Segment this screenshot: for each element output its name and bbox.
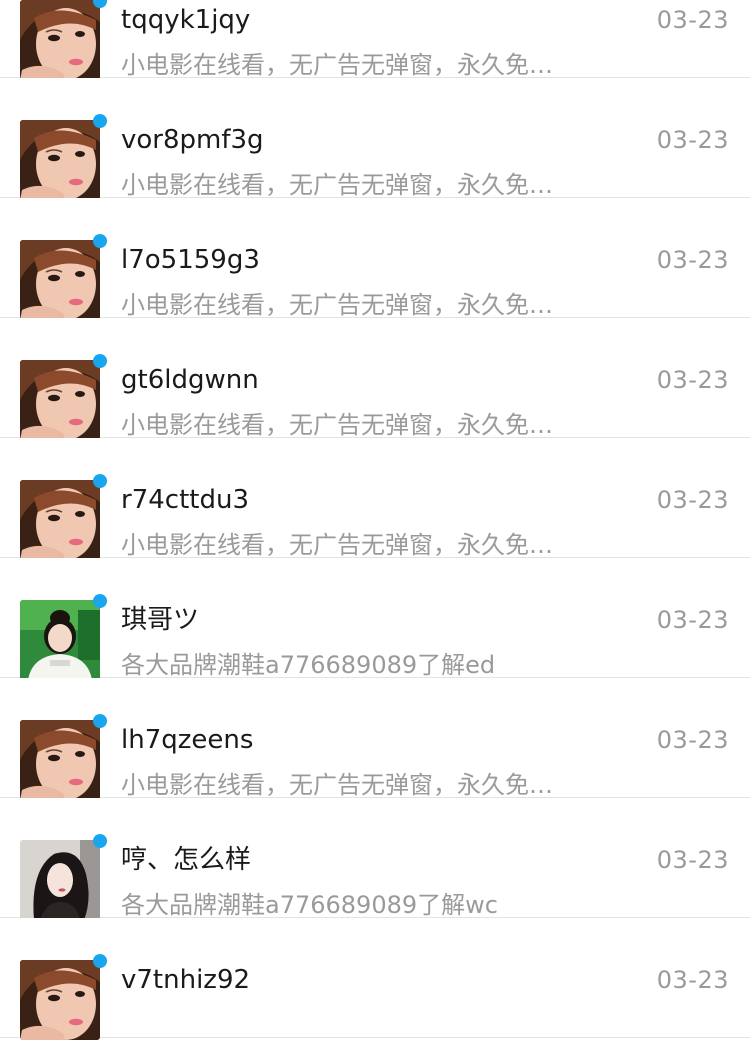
unread-dot-icon xyxy=(93,594,107,608)
avatar[interactable] xyxy=(20,960,100,1040)
message-date: 03-23 xyxy=(656,246,729,274)
conversation-list: tqqyk1jqy 小电影在线看，无广告无弹窗，永久免… 03-23 vor8pmf… xyxy=(0,0,750,1040)
message-preview: 小电影在线看，无广告无弹窗，永久免… xyxy=(121,771,553,799)
avatar[interactable] xyxy=(20,240,100,320)
unread-dot-icon xyxy=(93,954,107,968)
contact-name: r74cttdu3 xyxy=(121,485,249,515)
message-date: 03-23 xyxy=(656,966,729,994)
message-date: 03-23 xyxy=(656,366,729,394)
unread-dot-icon xyxy=(93,0,107,8)
contact-name: lh7qzeens xyxy=(121,725,254,755)
message-date: 03-23 xyxy=(656,726,729,754)
unread-dot-icon xyxy=(93,234,107,248)
contact-name: tqqyk1jqy xyxy=(121,5,251,35)
message-date: 03-23 xyxy=(656,126,729,154)
unread-dot-icon xyxy=(93,114,107,128)
contact-name: vor8pmf3g xyxy=(121,125,264,155)
conversation-row[interactable]: 琪哥ツ各大品牌潮鞋a776689089了解ed 03-23 xyxy=(0,558,750,680)
conversation-row[interactable]: r74cttdu3 小电影在线看，无广告无弹窗，永久免… 03-23 xyxy=(0,438,750,560)
unread-dot-icon xyxy=(93,354,107,368)
contact-name: v7tnhiz92 xyxy=(121,965,251,995)
conversation-row[interactable]: 哼、怎么样各大品牌潮鞋a776689089了解wc 03-23 xyxy=(0,798,750,920)
message-preview: 小电影在线看，无广告无弹窗，永久免… xyxy=(121,411,553,439)
avatar[interactable] xyxy=(20,720,100,800)
contact-name: 哼、怎么样 xyxy=(121,845,252,875)
conversation-row[interactable]: l7o5159g3 小电影在线看，无广告无弹窗，永久免… 03-23 xyxy=(0,198,750,320)
conversation-row[interactable]: vor8pmf3g 小电影在线看，无广告无弹窗，永久免… 03-23 xyxy=(0,78,750,200)
message-preview: 小电影在线看，无广告无弹窗，永久免… xyxy=(121,51,553,79)
conversation-row[interactable]: v7tnhiz92 03-23 xyxy=(0,918,750,1040)
contact-name: l7o5159g3 xyxy=(121,245,260,275)
message-date: 03-23 xyxy=(656,6,729,34)
unread-dot-icon xyxy=(93,714,107,728)
message-preview: 小电影在线看，无广告无弹窗，永久免… xyxy=(121,171,553,199)
contact-name: 琪哥ツ xyxy=(121,605,200,635)
conversation-row[interactable]: gt6ldgwnn 小电影在线看，无广告无弹窗，永久免… 03-23 xyxy=(0,318,750,440)
avatar[interactable] xyxy=(20,840,100,920)
message-preview: 小电影在线看，无广告无弹窗，永久免… xyxy=(121,291,553,319)
message-date: 03-23 xyxy=(656,606,729,634)
message-date: 03-23 xyxy=(656,486,729,514)
message-preview: 各大品牌潮鞋a776689089了解ed xyxy=(121,651,496,679)
unread-dot-icon xyxy=(93,834,107,848)
avatar[interactable] xyxy=(20,120,100,200)
avatar[interactable] xyxy=(20,0,100,80)
conversation-row[interactable]: tqqyk1jqy 小电影在线看，无广告无弹窗，永久免… 03-23 xyxy=(0,0,750,80)
message-date: 03-23 xyxy=(656,846,729,874)
conversation-row[interactable]: lh7qzeens 小电影在线看，无广告无弹窗，永久免… 03-23 xyxy=(0,678,750,800)
message-preview: 小电影在线看，无广告无弹窗，永久免… xyxy=(121,531,553,559)
unread-dot-icon xyxy=(93,474,107,488)
avatar[interactable] xyxy=(20,600,100,680)
message-preview: 各大品牌潮鞋a776689089了解wc xyxy=(121,891,498,919)
contact-name: gt6ldgwnn xyxy=(121,365,259,395)
avatar[interactable] xyxy=(20,480,100,560)
avatar[interactable] xyxy=(20,360,100,440)
